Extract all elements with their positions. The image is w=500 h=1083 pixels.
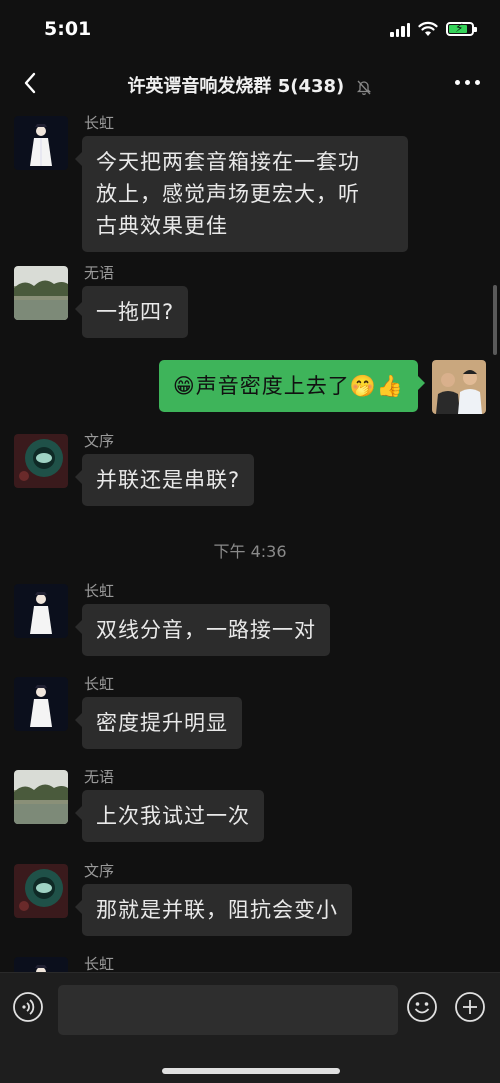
emoji-icon[interactable] bbox=[406, 991, 438, 1023]
message-bubble[interactable]: 一拖四? bbox=[74, 286, 189, 338]
home-indicator bbox=[162, 1068, 340, 1074]
voice-icon[interactable] bbox=[12, 991, 44, 1023]
battery-icon: ⚡ bbox=[446, 21, 477, 36]
message-bubble[interactable]: 密度提升明显 bbox=[75, 697, 242, 749]
avatar[interactable] bbox=[14, 434, 68, 488]
sender-name: 长虹 bbox=[84, 955, 115, 972]
message-text: 那就是并联，阻抗会变小 bbox=[96, 898, 338, 922]
message-text: 上次我试过一次 bbox=[96, 804, 250, 828]
sender-name: 长虹 bbox=[84, 114, 115, 132]
cellular-signal-icon bbox=[390, 21, 410, 37]
message-bubble[interactable]: 双线分音，一路接一对 bbox=[75, 604, 330, 656]
message-bubble[interactable]: 并联还是串联? bbox=[74, 454, 255, 506]
sender-name: 无语 bbox=[84, 768, 115, 786]
message-bubble[interactable]: 今天把两套音箱接在一套功 放上，感觉声场更宏大，听 古典效果更佳 bbox=[75, 136, 408, 252]
avatar[interactable] bbox=[14, 957, 68, 972]
message-text-line: 放上，感觉声场更宏大，听 bbox=[96, 182, 360, 206]
sender-name: 无语 bbox=[84, 264, 115, 282]
more-icon[interactable] bbox=[455, 80, 480, 85]
message-text: 并联还是串联? bbox=[96, 468, 241, 492]
message-bubble[interactable]: 上次我试过一次 bbox=[75, 790, 264, 842]
status-time: 5:01 bbox=[44, 18, 92, 40]
message-text: 😁声音密度上去了🤭👍 bbox=[172, 374, 404, 398]
avatar[interactable] bbox=[14, 116, 68, 170]
sender-name: 长虹 bbox=[84, 675, 115, 693]
sender-name: 文序 bbox=[84, 862, 115, 880]
message-text: 双线分音，一路接一对 bbox=[96, 618, 316, 642]
status-icons: ⚡ bbox=[390, 18, 477, 40]
wifi-icon bbox=[418, 21, 438, 36]
avatar[interactable] bbox=[14, 266, 68, 320]
input-bar bbox=[0, 972, 500, 1083]
mute-icon bbox=[356, 80, 371, 95]
message-text: 密度提升明显 bbox=[96, 711, 228, 735]
message-bubble-outgoing[interactable]: 😁声音密度上去了🤭👍 bbox=[158, 360, 426, 412]
message-input[interactable] bbox=[58, 985, 398, 1035]
timestamp: 下午 4:36 bbox=[213, 542, 287, 561]
my-avatar[interactable] bbox=[432, 360, 486, 414]
message-text-line: 古典效果更佳 bbox=[96, 214, 228, 238]
status-bar: 5:01 ⚡ bbox=[0, 0, 500, 58]
message-list[interactable]: 长虹 今天把两套音箱接在一套功 放上，感觉声场更宏大，听 古典效果更佳 无语 一… bbox=[0, 112, 500, 972]
chat-header: 许英谔音响发烧群 5(438) bbox=[0, 58, 500, 112]
chat-title: 许英谔音响发烧群 5(438) bbox=[127, 76, 345, 97]
message-text: 一拖四? bbox=[96, 300, 175, 324]
sender-name: 文序 bbox=[84, 432, 115, 450]
sender-name: 长虹 bbox=[84, 582, 115, 600]
scrollbar-thumb[interactable] bbox=[493, 285, 497, 355]
chat-title-wrap: 许英谔音响发烧群 5(438) bbox=[0, 72, 500, 98]
message-text-line: 今天把两套音箱接在一套功 bbox=[96, 150, 360, 174]
message-bubble[interactable]: 那就是并联，阻抗会变小 bbox=[75, 884, 352, 936]
avatar[interactable] bbox=[14, 864, 68, 918]
avatar[interactable] bbox=[14, 677, 68, 731]
plus-icon[interactable] bbox=[454, 991, 486, 1023]
avatar[interactable] bbox=[14, 584, 68, 638]
avatar[interactable] bbox=[14, 770, 68, 824]
